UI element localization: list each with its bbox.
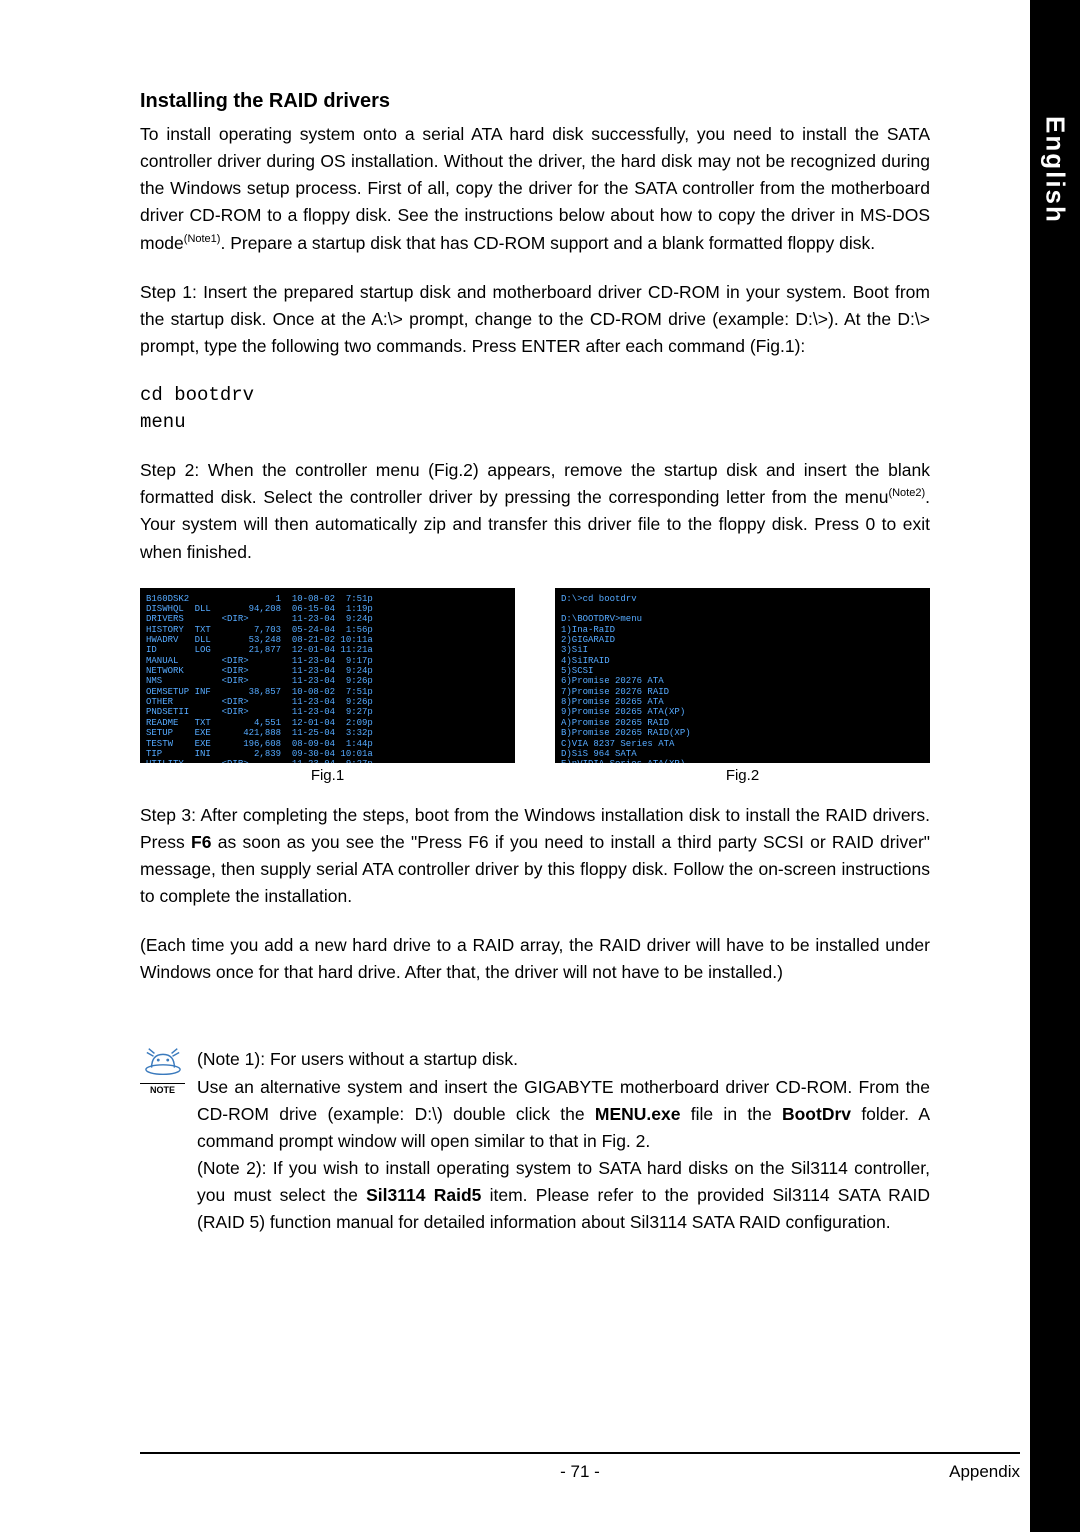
- figure1-column: B160DSK2 1 10-08-02 7:51p DISWHQL DLL 94…: [140, 588, 515, 784]
- cmd-cd: cd bootdrv: [140, 382, 930, 409]
- sil3114-raid5: Sil3114 Raid5: [366, 1185, 481, 1205]
- step1-paragraph: Step 1: Insert the prepared startup disk…: [140, 279, 930, 360]
- dos-screenshot-1: B160DSK2 1 10-08-02 7:51p DISWHQL DLL 94…: [140, 588, 515, 763]
- note-icon: [144, 1046, 182, 1076]
- figure2-column: D:\>cd bootdrv D:\BOOTDRV>menu 1)Ina-RaI…: [555, 588, 930, 784]
- command-block: cd bootdrv menu: [140, 382, 930, 435]
- figure-row: B160DSK2 1 10-08-02 7:51p DISWHQL DLL 94…: [140, 588, 930, 784]
- step2-paragraph: Step 2: When the controller menu (Fig.2)…: [140, 457, 930, 566]
- intro-paragraph: To install operating system onto a seria…: [140, 121, 930, 257]
- note-label: NOTE: [140, 1083, 185, 1095]
- menu-exe: MENU.exe: [595, 1104, 681, 1124]
- bootdrv-folder: BootDrv: [782, 1104, 851, 1124]
- note-section: NOTE (Note 1): For users without a start…: [140, 1046, 930, 1236]
- dos-screenshot-2: D:\>cd bootdrv D:\BOOTDRV>menu 1)Ina-RaI…: [555, 588, 930, 763]
- note1-ref: (Note1): [184, 233, 221, 245]
- main-content: Installing the RAID drivers To install o…: [0, 0, 1020, 1236]
- note1-body: Use an alternative system and insert the…: [197, 1074, 930, 1155]
- section-heading: Installing the RAID drivers: [140, 90, 930, 113]
- cmd-menu: menu: [140, 409, 930, 436]
- step3-paragraph: Step 3: After completing the steps, boot…: [140, 802, 930, 911]
- fig2-label: Fig.2: [555, 767, 930, 784]
- note2-ref: (Note2): [888, 487, 925, 499]
- note2-body: (Note 2): If you wish to install operati…: [197, 1155, 930, 1236]
- f6-key: F6: [191, 832, 211, 852]
- note-icon-wrapper: NOTE: [140, 1046, 185, 1236]
- appendix-label: Appendix: [949, 1462, 1020, 1482]
- fig1-label: Fig.1: [140, 767, 515, 784]
- each-time-paragraph: (Each time you add a new hard drive to a…: [140, 932, 930, 986]
- language-tab: English: [1030, 90, 1080, 250]
- note1-line1: (Note 1): For users without a startup di…: [197, 1046, 930, 1073]
- page-number: - 71 -: [560, 1462, 600, 1482]
- note-text: (Note 1): For users without a startup di…: [197, 1046, 930, 1236]
- page-footer: - 71 - Appendix: [140, 1452, 1020, 1482]
